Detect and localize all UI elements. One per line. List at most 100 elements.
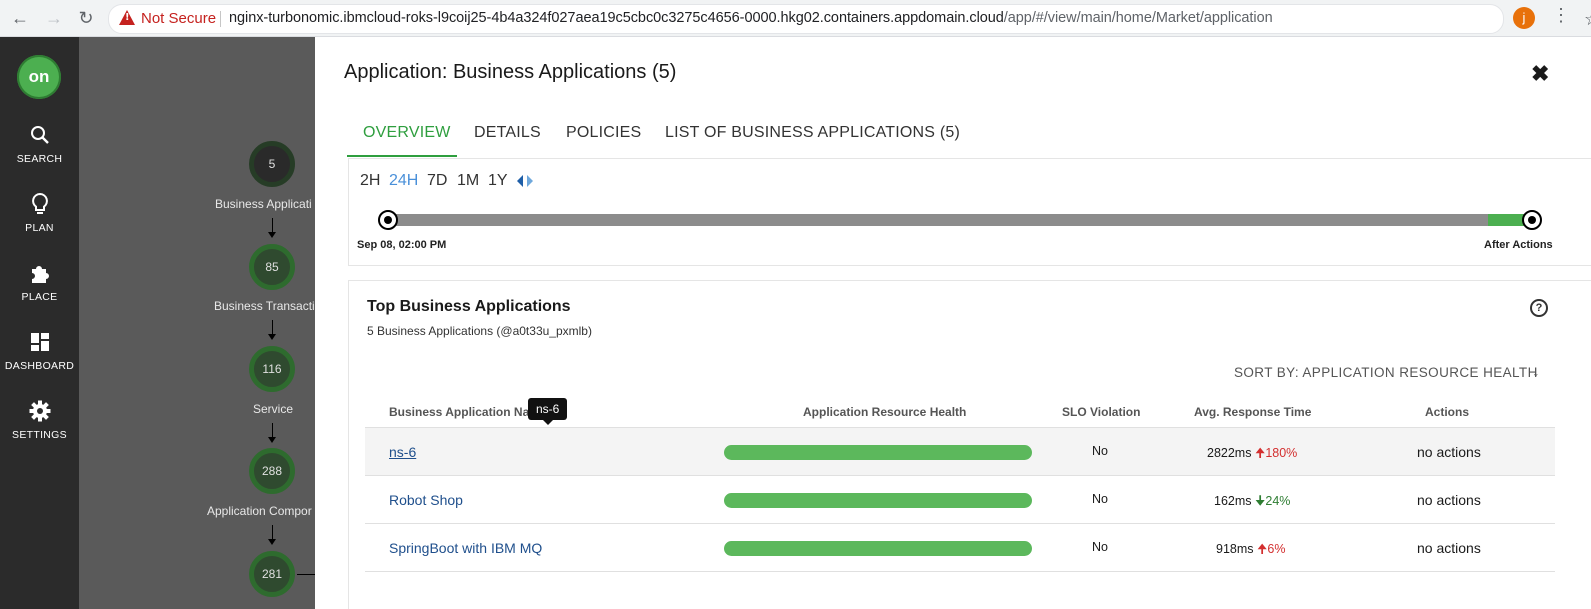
address-bar[interactable]: Not Secure nginx-turbonomic.ibmcloud-rok… bbox=[108, 4, 1591, 34]
turbonomic-logo[interactable]: on bbox=[17, 55, 61, 99]
details-panel: Application: Business Applications (5) ✖… bbox=[315, 37, 1591, 609]
response-value: 2822ms bbox=[1207, 446, 1252, 460]
table-row[interactable]: SpringBoot with IBM MQ No 918ms 🠉6% no a… bbox=[365, 524, 1555, 572]
supply-node-business-application[interactable]: 5 bbox=[249, 141, 295, 187]
table-row[interactable]: ns-6 No 2822ms 🠉180% no actions bbox=[365, 427, 1555, 476]
close-icon[interactable]: ✖ bbox=[1531, 61, 1549, 87]
slo-violation: No bbox=[1092, 444, 1108, 458]
column-header-name[interactable]: Business Application Na bbox=[389, 405, 529, 419]
range-24h[interactable]: 24H bbox=[389, 172, 418, 190]
response-change: 180% bbox=[1265, 446, 1298, 460]
lightbulb-icon bbox=[0, 190, 79, 218]
nav-settings-label: SETTINGS bbox=[12, 429, 67, 441]
supply-node-label: Service bbox=[253, 402, 294, 416]
puzzle-icon bbox=[0, 259, 79, 287]
back-icon[interactable]: ← bbox=[8, 6, 32, 30]
tab-details[interactable]: DETAILS bbox=[474, 124, 541, 142]
help-icon[interactable]: ? bbox=[1530, 299, 1548, 317]
column-header-response-time[interactable]: Avg. Response Time bbox=[1194, 405, 1311, 419]
supply-node-service[interactable]: 116 bbox=[249, 346, 295, 392]
node-count: 5 bbox=[268, 157, 276, 171]
slo-violation: No bbox=[1092, 492, 1108, 506]
table-row[interactable]: Robot Shop No 162ms 🠋24% no actions bbox=[365, 476, 1555, 524]
response-change: 24% bbox=[1265, 494, 1291, 508]
sort-direction-icon[interactable]: ↓ bbox=[1532, 363, 1540, 380]
supply-chain: 5 Business Applicati 85 Business Transac… bbox=[79, 37, 315, 609]
browser-toolbar: ← → ↻ Not Secure nginx-turbonomic.ibmclo… bbox=[0, 0, 1591, 37]
trend-down-icon: 🠋 bbox=[1255, 494, 1266, 508]
nav-plan-label: PLAN bbox=[25, 222, 54, 234]
node-count: 85 bbox=[265, 260, 279, 274]
tab-list-of-business-applications[interactable]: LIST OF BUSINESS APPLICATIONS (5) bbox=[665, 124, 960, 142]
range-1m[interactable]: 1M bbox=[457, 172, 479, 190]
actions-value: no actions bbox=[1417, 540, 1481, 556]
sort-dropdown[interactable]: SORT BY: APPLICATION RESOURCE HEALTH bbox=[1234, 365, 1538, 380]
security-label[interactable]: Not Secure bbox=[141, 10, 216, 27]
trend-up-icon: 🠉 bbox=[1257, 542, 1268, 556]
timeline-start-handle[interactable] bbox=[378, 210, 398, 230]
dashboard-icon bbox=[0, 328, 79, 356]
node-count: 116 bbox=[262, 362, 282, 376]
timeline-end-label: After Actions bbox=[1484, 239, 1553, 251]
column-header-slo[interactable]: SLO Violation bbox=[1062, 405, 1140, 419]
active-tab-indicator bbox=[347, 155, 457, 157]
column-header-health[interactable]: Application Resource Health bbox=[803, 405, 966, 419]
range-1y[interactable]: 1Y bbox=[488, 172, 508, 190]
timeline-track[interactable] bbox=[387, 214, 1531, 226]
left-nav: on SEARCH PLAN PLACE DASHBOARD SETTINGS bbox=[0, 37, 79, 609]
column-header-actions[interactable]: Actions bbox=[1425, 405, 1469, 419]
url-separator bbox=[220, 11, 221, 27]
supply-node-label: Application Compor bbox=[207, 504, 312, 518]
profile-avatar[interactable]: j bbox=[1513, 7, 1535, 29]
actions-value: no actions bbox=[1417, 492, 1481, 508]
nav-search[interactable]: SEARCH bbox=[0, 121, 79, 165]
forward-icon[interactable]: → bbox=[42, 6, 66, 30]
flow-arrow bbox=[268, 218, 276, 238]
response-change: 6% bbox=[1267, 542, 1286, 556]
application-name-link[interactable]: Robot Shop bbox=[389, 492, 463, 508]
timeline-start-label: Sep 08, 02:00 PM bbox=[357, 239, 447, 251]
actions-value: no actions bbox=[1417, 444, 1481, 460]
flow-line bbox=[297, 574, 315, 575]
tab-overview[interactable]: OVERVIEW bbox=[363, 124, 451, 142]
nav-dashboard[interactable]: DASHBOARD bbox=[0, 328, 79, 372]
tab-policies[interactable]: POLICIES bbox=[566, 124, 641, 142]
range-7d[interactable]: 7D bbox=[427, 172, 447, 190]
url-text[interactable]: nginx-turbonomic.ibmcloud-roks-l9coij25-… bbox=[229, 10, 1273, 26]
top-business-applications-card: Top Business Applications 5 Business App… bbox=[348, 280, 1591, 609]
tab-bar: OVERVIEW DETAILS POLICIES LIST OF BUSINE… bbox=[347, 121, 1591, 157]
nav-settings[interactable]: SETTINGS bbox=[0, 397, 79, 441]
flow-arrow bbox=[268, 423, 276, 443]
timeline-card: 2H 24H 7D 1M 1Y Sep 08, 02:00 PM After A… bbox=[348, 158, 1591, 266]
range-2h[interactable]: 2H bbox=[360, 172, 380, 190]
nav-search-label: SEARCH bbox=[16, 153, 63, 165]
supply-node-label: Business Transacti bbox=[214, 299, 315, 313]
node-count: 281 bbox=[261, 567, 283, 581]
logo-text: on bbox=[28, 67, 50, 86]
supply-node-application-component[interactable]: 288 bbox=[249, 448, 295, 494]
nav-place-label: PLACE bbox=[21, 291, 58, 303]
reload-icon[interactable]: ↻ bbox=[74, 6, 98, 30]
health-bar bbox=[724, 541, 1032, 556]
application-name-link[interactable]: SpringBoot with IBM MQ bbox=[389, 540, 542, 556]
range-nav-arrows[interactable] bbox=[514, 173, 536, 194]
gear-icon bbox=[0, 397, 79, 425]
nav-dashboard-label: DASHBOARD bbox=[4, 360, 75, 372]
nav-place[interactable]: PLACE bbox=[0, 259, 79, 303]
nav-plan[interactable]: PLAN bbox=[0, 190, 79, 234]
response-time: 162ms 🠋24% bbox=[1214, 492, 1290, 513]
timeline-end-handle[interactable] bbox=[1522, 210, 1542, 230]
trend-up-icon: 🠉 bbox=[1254, 446, 1266, 460]
response-value: 162ms bbox=[1214, 494, 1252, 508]
supply-node-container-pod[interactable]: 281 bbox=[249, 551, 295, 597]
slo-violation: No bbox=[1092, 540, 1108, 554]
supply-node-business-transaction[interactable]: 85 bbox=[249, 244, 295, 290]
panel-title: Application: Business Applications (5) bbox=[344, 61, 677, 83]
browser-menu-icon[interactable]: ⋮ bbox=[1552, 5, 1570, 26]
url-path: /app/#/view/main/home/Market/application bbox=[1003, 10, 1273, 26]
response-time: 2822ms 🠉180% bbox=[1207, 444, 1297, 465]
health-bar bbox=[724, 493, 1032, 508]
application-name-link[interactable]: ns-6 bbox=[389, 444, 416, 460]
response-time: 918ms 🠉6% bbox=[1216, 540, 1285, 561]
bookmark-star-icon[interactable]: ☆ bbox=[1584, 9, 1591, 30]
